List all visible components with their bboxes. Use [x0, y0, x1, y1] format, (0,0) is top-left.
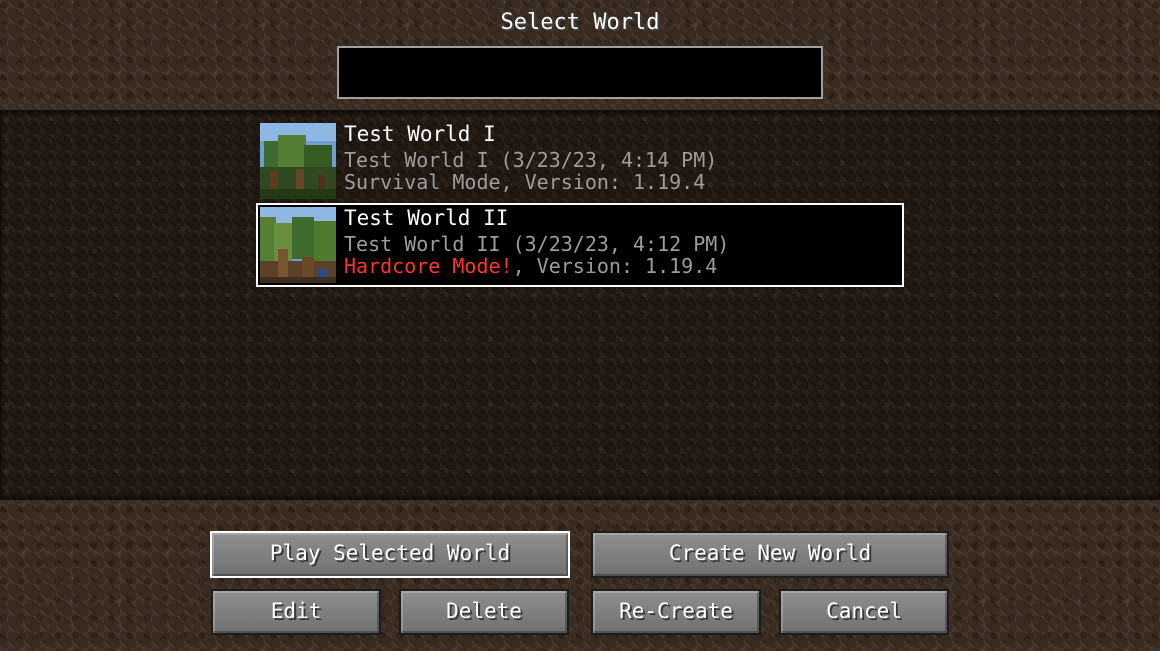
world-list[interactable]: Test World I Test World I (3/23/23, 4:14… — [0, 110, 1160, 500]
world-entry-selected[interactable]: Test World II Test World II (3/23/23, 4:… — [256, 203, 904, 287]
world-select-screen: Select World Test World I Test World I (… — [0, 0, 1160, 651]
delete-button[interactable]: Delete — [399, 589, 569, 635]
edit-button[interactable]: Edit — [211, 589, 381, 635]
screen-title: Select World — [500, 10, 660, 35]
create-new-world-button[interactable]: Create New World — [591, 531, 949, 578]
world-entry[interactable]: Test World I Test World I (3/23/23, 4:14… — [256, 115, 904, 199]
hardcore-mode-label: Hardcore Mode! — [344, 254, 513, 278]
world-detail: Test World I (3/23/23, 4:14 PM) — [344, 148, 718, 172]
world-detail: Test World II (3/23/23, 4:12 PM) — [344, 232, 730, 256]
search-input[interactable] — [337, 46, 823, 99]
world-mode: Survival Mode — [344, 170, 501, 194]
world-version: Version: 1.19.4 — [524, 170, 706, 194]
re-create-button[interactable]: Re-Create — [591, 589, 761, 635]
world-thumbnail-icon — [260, 207, 336, 283]
world-version: Version: 1.19.4 — [536, 254, 718, 278]
world-name: Test World I — [344, 122, 496, 146]
world-name: Test World II — [344, 206, 509, 230]
cancel-button[interactable]: Cancel — [779, 589, 949, 635]
play-selected-world-button[interactable]: Play Selected World — [210, 531, 570, 578]
world-thumbnail-icon — [260, 123, 336, 199]
